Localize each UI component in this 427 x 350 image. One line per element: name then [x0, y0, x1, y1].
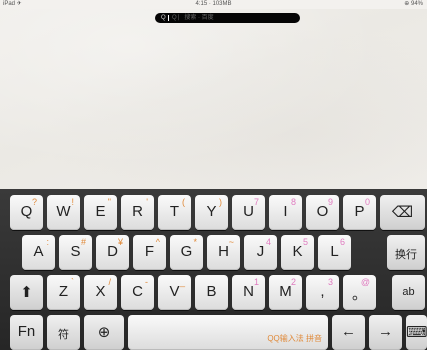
status-bar: iPad ✈ 4:15 · 103MB ⊕ 94% — [0, 0, 427, 9]
key-h[interactable]: H ~ — [207, 235, 240, 270]
key-l[interactable]: L6 — [318, 235, 351, 270]
space-bar[interactable]: QQ输入法 拼音 — [128, 315, 328, 350]
key-c[interactable]: C- — [121, 275, 154, 310]
symbols-key[interactable]: 符 — [47, 315, 80, 350]
left-arrow-key[interactable]: ← — [332, 315, 365, 350]
key-i[interactable]: I8 — [269, 195, 302, 230]
search-icon: Q — [161, 15, 166, 21]
hide-keyboard-key[interactable]: ⌨ — [406, 315, 427, 350]
status-center: 4:15 · 103MB — [195, 1, 232, 7]
arrow-right-icon: → — [378, 323, 393, 340]
key-period[interactable]: 。 @ — [343, 275, 376, 310]
key-s[interactable]: S # — [59, 235, 92, 270]
key-r[interactable]: R ' — [121, 195, 154, 230]
ab-key[interactable]: ab — [392, 275, 425, 310]
key-p[interactable]: P0 — [343, 195, 376, 230]
key-k[interactable]: K5 — [281, 235, 314, 270]
key-d[interactable]: D ¥ — [96, 235, 129, 270]
keyboard: Q? W! E " R ' T( Y) U7 I8 O9 P0 ⌫ A: S # D ¥… — [0, 189, 427, 350]
key-v[interactable]: V _ — [158, 275, 191, 310]
content-area: Q Q ⎸搜索 · 百度 — [0, 9, 427, 189]
return-key[interactable]: 换行 — [387, 235, 425, 270]
status-right: ⊕ 94% — [404, 1, 423, 7]
key-o[interactable]: O9 — [306, 195, 339, 230]
delete-key[interactable]: ⌫ — [380, 195, 425, 230]
search-input[interactable]: Q Q ⎸搜索 · 百度 — [155, 13, 300, 23]
key-m[interactable]: M2 — [269, 275, 302, 310]
key-a[interactable]: A: — [22, 235, 55, 270]
search-placeholder: Q ⎸搜索 · 百度 — [172, 15, 214, 21]
key-z[interactable]: Z ` — [47, 275, 80, 310]
key-t[interactable]: T( — [158, 195, 191, 230]
backspace-icon: ⌫ — [391, 204, 414, 221]
key-comma[interactable]: ,3 — [306, 275, 339, 310]
key-y[interactable]: Y) — [195, 195, 228, 230]
key-q[interactable]: Q? — [10, 195, 43, 230]
key-e[interactable]: E " — [84, 195, 117, 230]
key-f[interactable]: F ^ — [133, 235, 166, 270]
arrow-left-icon: ← — [341, 323, 356, 340]
key-u[interactable]: U7 — [232, 195, 265, 230]
globe-icon: ⊕ — [97, 324, 111, 341]
key-g[interactable]: G * — [170, 235, 203, 270]
ime-label: QQ输入法 拼音 — [267, 334, 322, 343]
fn-key[interactable]: Fn — [10, 315, 43, 350]
keyboard-hide-icon: ⌨ — [406, 324, 427, 341]
text-cursor — [168, 15, 169, 21]
shift-key[interactable]: ⬆ — [10, 275, 43, 310]
key-n[interactable]: N1 — [232, 275, 265, 310]
globe-key[interactable]: ⊕ — [84, 315, 124, 350]
key-w[interactable]: W! — [47, 195, 80, 230]
shift-icon: ⬆ — [20, 284, 33, 301]
right-arrow-key[interactable]: → — [369, 315, 402, 350]
key-j[interactable]: J4 — [244, 235, 277, 270]
key-x[interactable]: X / — [84, 275, 117, 310]
key-b[interactable]: B — [195, 275, 228, 310]
